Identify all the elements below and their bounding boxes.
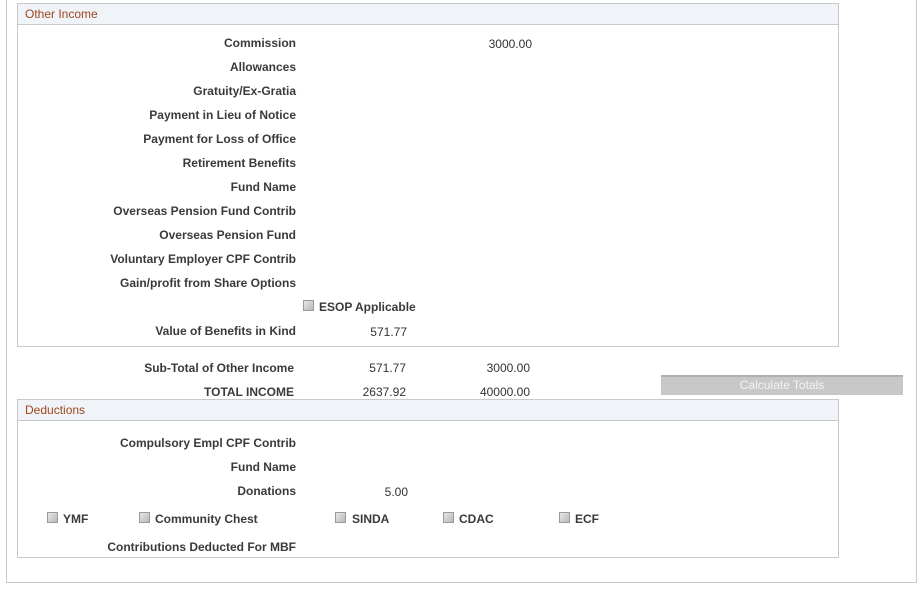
subtotal-label: Sub-Total of Other Income — [144, 361, 294, 375]
deductions-group: Deductions — [17, 399, 839, 558]
other-income-header: Other Income — [18, 4, 838, 25]
ymf-label: YMF — [63, 512, 89, 526]
other-income-row-label: Overseas Pension Fund — [159, 228, 296, 242]
cdac-checkbox[interactable] — [443, 512, 454, 523]
other-income-group: Other Income — [17, 3, 839, 347]
other-income-row-label: Payment in Lieu of Notice — [149, 108, 296, 122]
deductions-fund-name-label: Fund Name — [230, 460, 296, 474]
other-income-row-label: Fund Name — [230, 180, 296, 194]
other-income-row-label: Payment for Loss of Office — [143, 132, 296, 146]
ecf-checkbox[interactable] — [559, 512, 570, 523]
calculate-totals-button[interactable]: Calculate Totals — [661, 375, 903, 395]
esop-applicable-checkbox[interactable] — [303, 300, 314, 311]
community-chest-checkbox[interactable] — [139, 512, 150, 523]
community-chest-label: Community Chest — [155, 512, 258, 526]
other-income-row-label: Voluntary Employer CPF Contrib — [110, 252, 296, 266]
donations-label: Donations — [237, 484, 296, 498]
donations-value: 5.00 — [384, 485, 408, 499]
sinda-label: SINDA — [352, 512, 390, 526]
total-income-value-2: 40000.00 — [479, 385, 530, 399]
esop-applicable-label: ESOP Applicable — [319, 300, 416, 314]
other-income-row-label: Gain/profit from Share Options — [119, 276, 296, 290]
other-income-row-label: Overseas Pension Fund Contrib — [113, 204, 296, 218]
cdac-label: CDAC — [459, 512, 494, 526]
other-income-row-label: Gratuity/Ex-Gratia — [193, 84, 296, 98]
other-income-row-label: Allowances — [229, 60, 296, 74]
total-income-value-1: 2637.92 — [362, 385, 406, 399]
benefits-in-kind-value: 571.77 — [370, 325, 407, 339]
other-income-row-value-2: 3000.00 — [488, 37, 532, 51]
ecf-label: ECF — [575, 512, 599, 526]
ymf-checkbox[interactable] — [47, 512, 58, 523]
other-income-row-label: Retirement Benefits — [182, 156, 296, 170]
other-income-row-label: Commission — [223, 36, 296, 50]
subtotal-value-1: 571.77 — [369, 361, 406, 375]
sinda-checkbox[interactable] — [335, 512, 346, 523]
benefits-in-kind-label: Value of Benefits in Kind — [155, 324, 296, 338]
deductions-header: Deductions — [18, 400, 838, 421]
subtotal-value-2: 3000.00 — [486, 361, 530, 375]
total-income-label: TOTAL INCOME — [204, 385, 294, 399]
mbf-contributions-label: Contributions Deducted For MBF — [107, 540, 296, 554]
compulsory-cpf-label: Compulsory Empl CPF Contrib — [119, 436, 296, 450]
